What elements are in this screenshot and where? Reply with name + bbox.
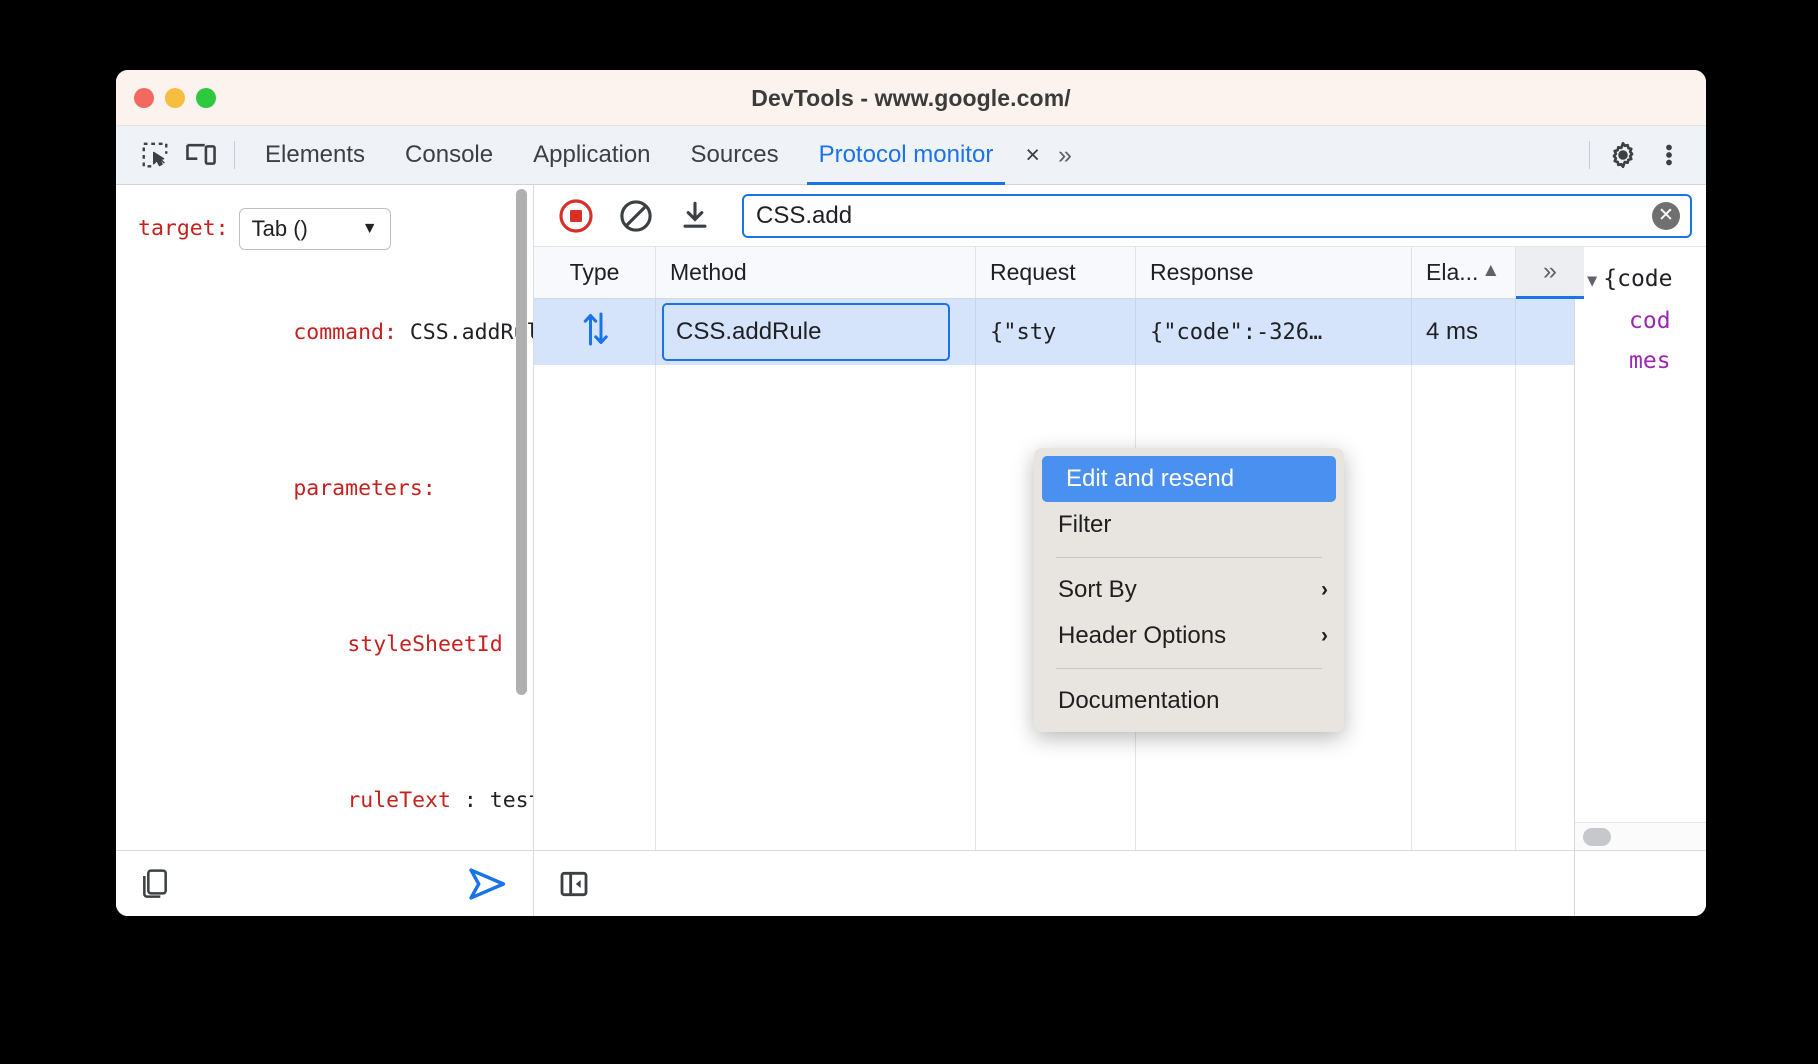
column-header-elapsed[interactable]: Ela... ▲ <box>1412 247 1516 298</box>
gear-icon[interactable] <box>1600 135 1646 175</box>
target-row: target: Tab () ▼ <box>138 203 533 255</box>
json-root-text: {code <box>1603 266 1672 292</box>
stop-recording-icon[interactable] <box>558 198 594 234</box>
json-key: cod <box>1629 308 1671 334</box>
screenshot-root: DevTools - www.google.com/ Elements Cons… <box>0 0 1818 1064</box>
row-method-cell[interactable]: CSS.addRule <box>656 299 976 365</box>
target-label: target: <box>138 203 229 255</box>
param-sep: : <box>464 788 477 813</box>
tab-application[interactable]: Application <box>513 126 670 185</box>
tab-overflow-icon[interactable]: » <box>1046 143 1084 168</box>
command-editor-pane: target: Tab () ▼ command: CSS.addRule pa… <box>116 185 534 916</box>
context-menu-item-sort-by[interactable]: Sort By › <box>1034 567 1344 613</box>
command-editor[interactable]: target: Tab () ▼ command: CSS.addRule pa… <box>116 185 533 850</box>
command-value[interactable]: CSS.addRule <box>410 320 533 345</box>
editor-bottom-toolbar <box>116 850 533 916</box>
detail-horizontal-scrollbar[interactable] <box>1575 822 1706 850</box>
param-key: styleSheetId <box>347 632 502 657</box>
column-overflow-icon[interactable]: » <box>1516 247 1584 299</box>
chevron-right-icon: › <box>1321 624 1328 648</box>
context-menu-item-edit-and-resend[interactable]: Edit and resend <box>1042 456 1336 502</box>
table-row[interactable]: CSS.addRule {"sty {"code":-326… 4 ms <box>534 299 1574 365</box>
chevron-down-icon: ▼ <box>362 203 378 255</box>
grid-col-guide <box>534 365 656 850</box>
context-menu-item-documentation[interactable]: Documentation <box>1034 678 1344 724</box>
command-label: command: <box>293 320 397 345</box>
toolbar-divider <box>234 141 235 169</box>
json-key-row: cod <box>1587 301 1706 341</box>
column-header-response[interactable]: Response <box>1136 247 1412 298</box>
target-select-value: Tab () <box>252 203 308 255</box>
context-menu-item-sort-by-label: Sort By <box>1058 576 1137 604</box>
column-header-request[interactable]: Request <box>976 247 1136 298</box>
response-json-tree[interactable]: ▼ {code cod mes <box>1575 247 1706 822</box>
parameters-row: parameters: <box>138 411 533 567</box>
devtools-tabbar: Elements Console Application Sources Pro… <box>116 126 1706 185</box>
window-title: DevTools - www.google.com/ <box>116 85 1706 112</box>
tab-protocol-monitor[interactable]: Protocol monitor <box>799 126 1014 185</box>
filter-input-wrapper[interactable]: ✕ <box>742 194 1692 238</box>
scrollbar-thumb[interactable] <box>1583 828 1611 846</box>
column-header-method[interactable]: Method <box>656 247 976 298</box>
json-root-row[interactable]: ▼ {code <box>1587 259 1706 301</box>
window-titlebar: DevTools - www.google.com/ <box>116 70 1706 126</box>
clear-icon[interactable] <box>618 198 654 234</box>
tab-console[interactable]: Console <box>385 126 513 185</box>
json-key-row: mes <box>1587 341 1706 381</box>
protocol-monitor-toolbar: ✕ <box>534 185 1706 247</box>
param-value[interactable]: test <box>490 788 533 813</box>
row-type-cell <box>534 299 656 365</box>
toolbar-right-actions <box>1579 135 1706 175</box>
json-key: mes <box>1629 348 1671 374</box>
column-header-elapsed-label: Ela... <box>1426 259 1478 286</box>
sort-ascending-icon: ▲ <box>1481 261 1500 280</box>
parameters-label: parameters: <box>293 476 435 501</box>
clear-input-icon[interactable]: ✕ <box>1652 202 1680 230</box>
send-receive-arrows-icon <box>580 309 610 356</box>
row-method-editbox[interactable]: CSS.addRule <box>662 303 950 361</box>
toolbar-divider-right <box>1589 141 1590 169</box>
more-vertical-icon[interactable] <box>1646 135 1692 175</box>
context-menu-separator <box>1056 668 1322 669</box>
chevron-right-icon: › <box>1321 578 1328 602</box>
context-menu-item-header-options[interactable]: Header Options › <box>1034 613 1344 659</box>
collapse-sidebar-icon[interactable] <box>558 868 590 900</box>
triangle-down-icon[interactable]: ▼ <box>1587 271 1597 291</box>
tab-protocol-monitor-label: Protocol monitor <box>819 141 994 169</box>
context-menu: Edit and resend Filter Sort By › Header … <box>1034 448 1344 732</box>
target-select[interactable]: Tab () ▼ <box>239 208 391 250</box>
devtools-window: DevTools - www.google.com/ Elements Cons… <box>116 70 1706 916</box>
tab-elements[interactable]: Elements <box>245 126 385 185</box>
close-tab-icon[interactable]: × <box>1013 143 1046 168</box>
tab-sources[interactable]: Sources <box>671 126 799 185</box>
editor-vertical-scrollbar[interactable] <box>516 189 527 695</box>
device-toolbar-icon[interactable] <box>178 135 224 175</box>
param-key: ruleText <box>347 788 451 813</box>
detail-bottom-toolbar <box>1575 850 1706 916</box>
row-request-cell[interactable]: {"sty <box>976 299 1136 365</box>
param-row: ruleText : test <box>138 723 533 850</box>
protocol-bottom-toolbar <box>534 850 1574 916</box>
context-menu-item-filter[interactable]: Filter <box>1034 502 1344 548</box>
context-menu-separator <box>1056 557 1322 558</box>
row-method-text: CSS.addRule <box>676 318 821 346</box>
row-response-cell[interactable]: {"code":-326… <box>1136 299 1412 365</box>
response-detail-pane: ▼ {code cod mes <box>1574 247 1706 916</box>
row-elapsed-cell[interactable]: 4 ms <box>1412 299 1516 365</box>
context-menu-item-header-options-label: Header Options <box>1058 622 1226 650</box>
param-row: styleSheetId : test <box>138 567 533 723</box>
inspect-element-icon[interactable] <box>132 135 178 175</box>
send-icon[interactable] <box>467 867 509 901</box>
copy-icon[interactable] <box>140 868 170 900</box>
column-header-type[interactable]: Type <box>534 247 656 298</box>
grid-col-guide <box>656 365 976 850</box>
download-icon[interactable] <box>678 199 712 233</box>
filter-input[interactable] <box>744 196 1690 236</box>
devtools-body: target: Tab () ▼ command: CSS.addRule pa… <box>116 185 1706 916</box>
grid-col-guide <box>1412 365 1516 850</box>
command-row: command: CSS.addRule <box>138 255 533 411</box>
grid-header-row: Type Method Request Response Ela... ▲ » <box>534 247 1574 299</box>
